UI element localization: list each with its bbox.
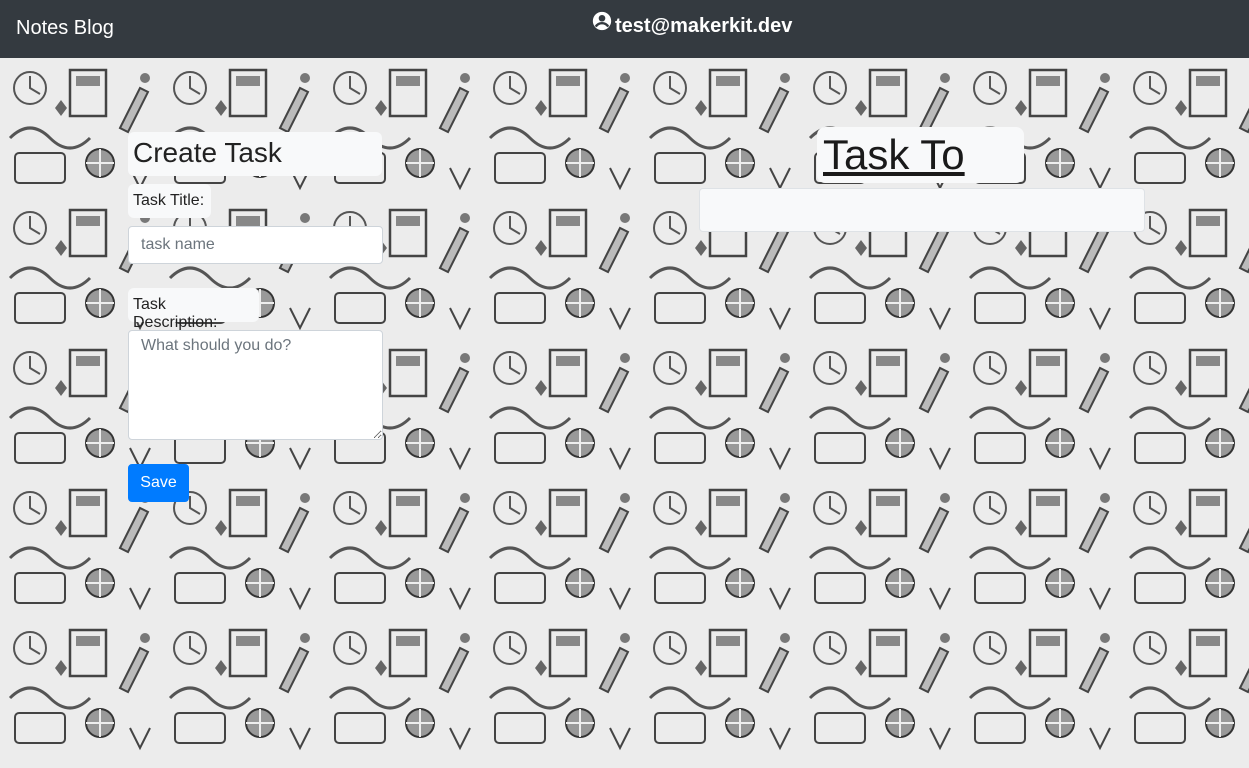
user-menu[interactable]: test@makerkit.dev — [591, 11, 793, 38]
save-button[interactable]: Save — [128, 464, 189, 502]
user-circle-icon — [591, 11, 615, 38]
task-title-input[interactable] — [128, 226, 383, 264]
create-task-heading: Create Task — [128, 132, 382, 176]
top-navbar: Notes Blog test@makerkit.dev — [0, 0, 1249, 58]
task-todo-heading: Task To Do — [817, 127, 1024, 226]
task-todo-list — [699, 188, 1145, 232]
task-description-input[interactable] — [128, 330, 383, 440]
task-title-label: Task Title: — [128, 184, 211, 218]
brand-link[interactable]: Notes Blog — [16, 17, 114, 40]
user-email: test@makerkit.dev — [615, 15, 793, 37]
task-description-label: Task Description: — [128, 288, 259, 331]
